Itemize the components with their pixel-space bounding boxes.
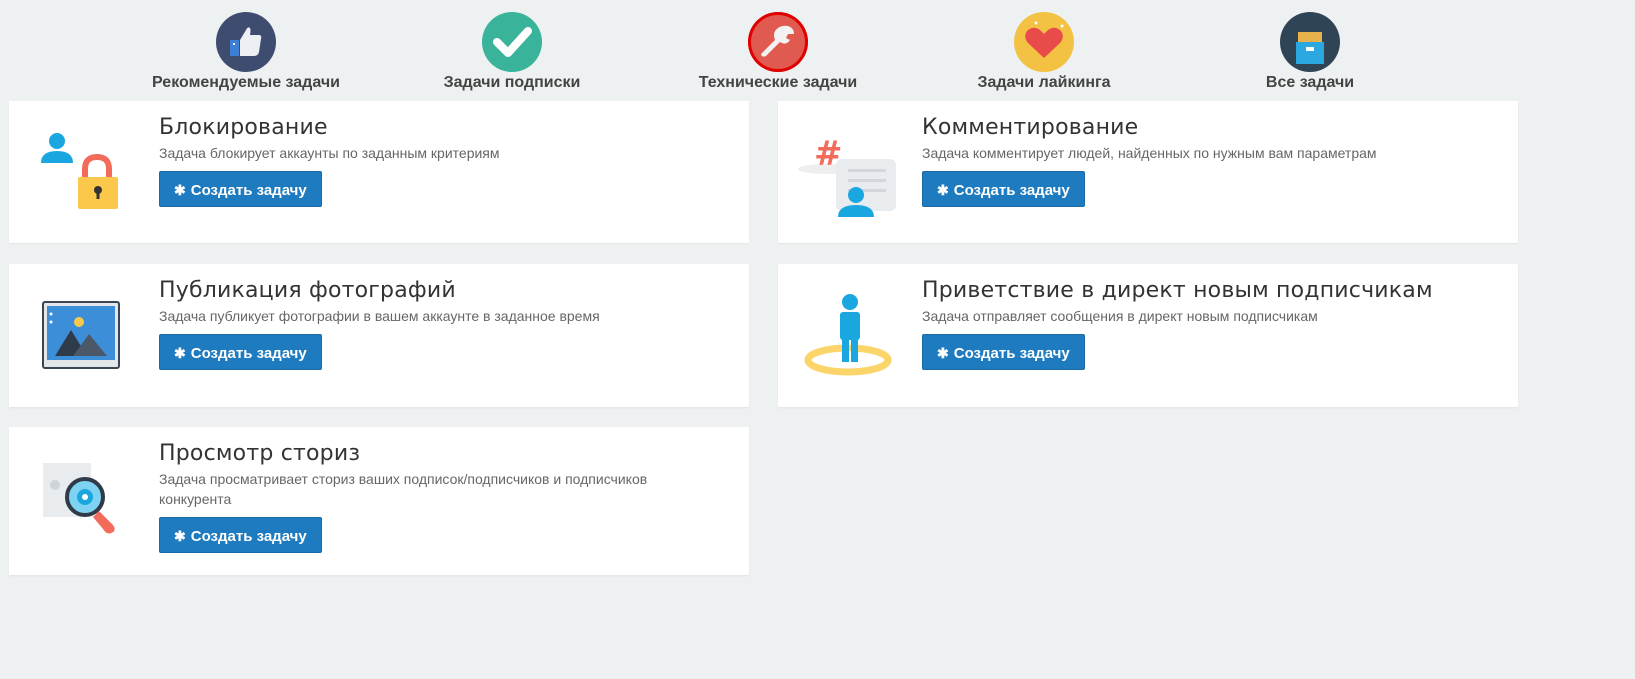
photo-icon bbox=[41, 292, 141, 392]
asterisk-icon: ✱ bbox=[937, 182, 949, 198]
thumbs-up-icon bbox=[216, 12, 276, 72]
tab-label: Технические задачи bbox=[698, 74, 858, 91]
tab-label: Задачи лайкинга bbox=[977, 74, 1111, 91]
button-label: Создать задачу bbox=[190, 345, 307, 362]
card-title: Публикация фотографий bbox=[159, 278, 456, 303]
tab-label: Все задачи bbox=[1265, 74, 1355, 91]
card-title: Блокирование bbox=[159, 115, 328, 140]
checkmark-icon bbox=[482, 12, 542, 72]
archive-box-icon bbox=[1280, 12, 1340, 72]
card-title: Просмотр сториз bbox=[159, 441, 361, 466]
tab-label: Рекомендуемые задачи bbox=[152, 74, 340, 91]
tab-subscription-tasks[interactable]: Задачи подписки bbox=[392, 12, 632, 92]
button-label: Создать задачу bbox=[953, 345, 1070, 362]
card-title: Приветствие в директ новым подписчикам bbox=[922, 278, 1433, 303]
card-description: Задача публикует фотографии в вашем акка… bbox=[159, 308, 600, 324]
card-title: Комментирование bbox=[922, 115, 1139, 140]
task-card-photo-publishing: Публикация фотографий Задача публикует ф… bbox=[9, 264, 749, 407]
wrench-icon bbox=[748, 12, 808, 72]
tab-technical-tasks[interactable]: Технические задачи bbox=[658, 12, 898, 92]
card-description: Задача комментирует людей, найденных по … bbox=[922, 145, 1377, 161]
card-description: Задача просматривает сториз ваших подпис… bbox=[159, 471, 648, 507]
asterisk-icon: ✱ bbox=[174, 345, 186, 361]
person-circle-icon bbox=[804, 288, 904, 388]
button-label: Создать задачу bbox=[190, 182, 307, 199]
user-lock-icon bbox=[41, 129, 141, 229]
hashtag-comment-icon: # bbox=[798, 129, 898, 229]
button-label: Создать задачу bbox=[953, 182, 1070, 199]
create-task-button[interactable]: ✱ Создать задачу bbox=[159, 517, 322, 553]
asterisk-icon: ✱ bbox=[174, 528, 186, 544]
heart-icon bbox=[1014, 12, 1074, 72]
card-description: Задача блокирует аккаунты по заданным кр… bbox=[159, 145, 500, 161]
create-task-button[interactable]: ✱ Создать задачу bbox=[159, 171, 322, 207]
task-card-commenting: # Комментирование Задача комментирует лю… bbox=[778, 101, 1518, 243]
magnifier-icon bbox=[41, 455, 141, 555]
create-task-button[interactable]: ✱ Создать задачу bbox=[159, 334, 322, 370]
card-description: Задача отправляет сообщения в директ нов… bbox=[922, 308, 1318, 324]
task-category-tabs: Рекомендуемые задачи Задачи подписки Тех… bbox=[0, 0, 1635, 100]
tab-liking-tasks[interactable]: Задачи лайкинга bbox=[924, 12, 1164, 92]
task-card-stories-view: Просмотр сториз Задача просматривает сто… bbox=[9, 427, 749, 575]
tab-all-tasks[interactable]: Все задачи bbox=[1190, 12, 1430, 92]
task-card-blocking: Блокирование Задача блокирует аккаунты п… bbox=[9, 101, 749, 243]
tab-label: Задачи подписки bbox=[443, 74, 581, 91]
task-card-direct-greeting: Приветствие в директ новым подписчикам З… bbox=[778, 264, 1518, 407]
button-label: Создать задачу bbox=[190, 528, 307, 545]
tab-recommended-tasks[interactable]: Рекомендуемые задачи bbox=[126, 12, 366, 92]
asterisk-icon: ✱ bbox=[937, 345, 949, 361]
create-task-button[interactable]: ✱ Создать задачу bbox=[922, 171, 1085, 207]
asterisk-icon: ✱ bbox=[174, 182, 186, 198]
create-task-button[interactable]: ✱ Создать задачу bbox=[922, 334, 1085, 370]
